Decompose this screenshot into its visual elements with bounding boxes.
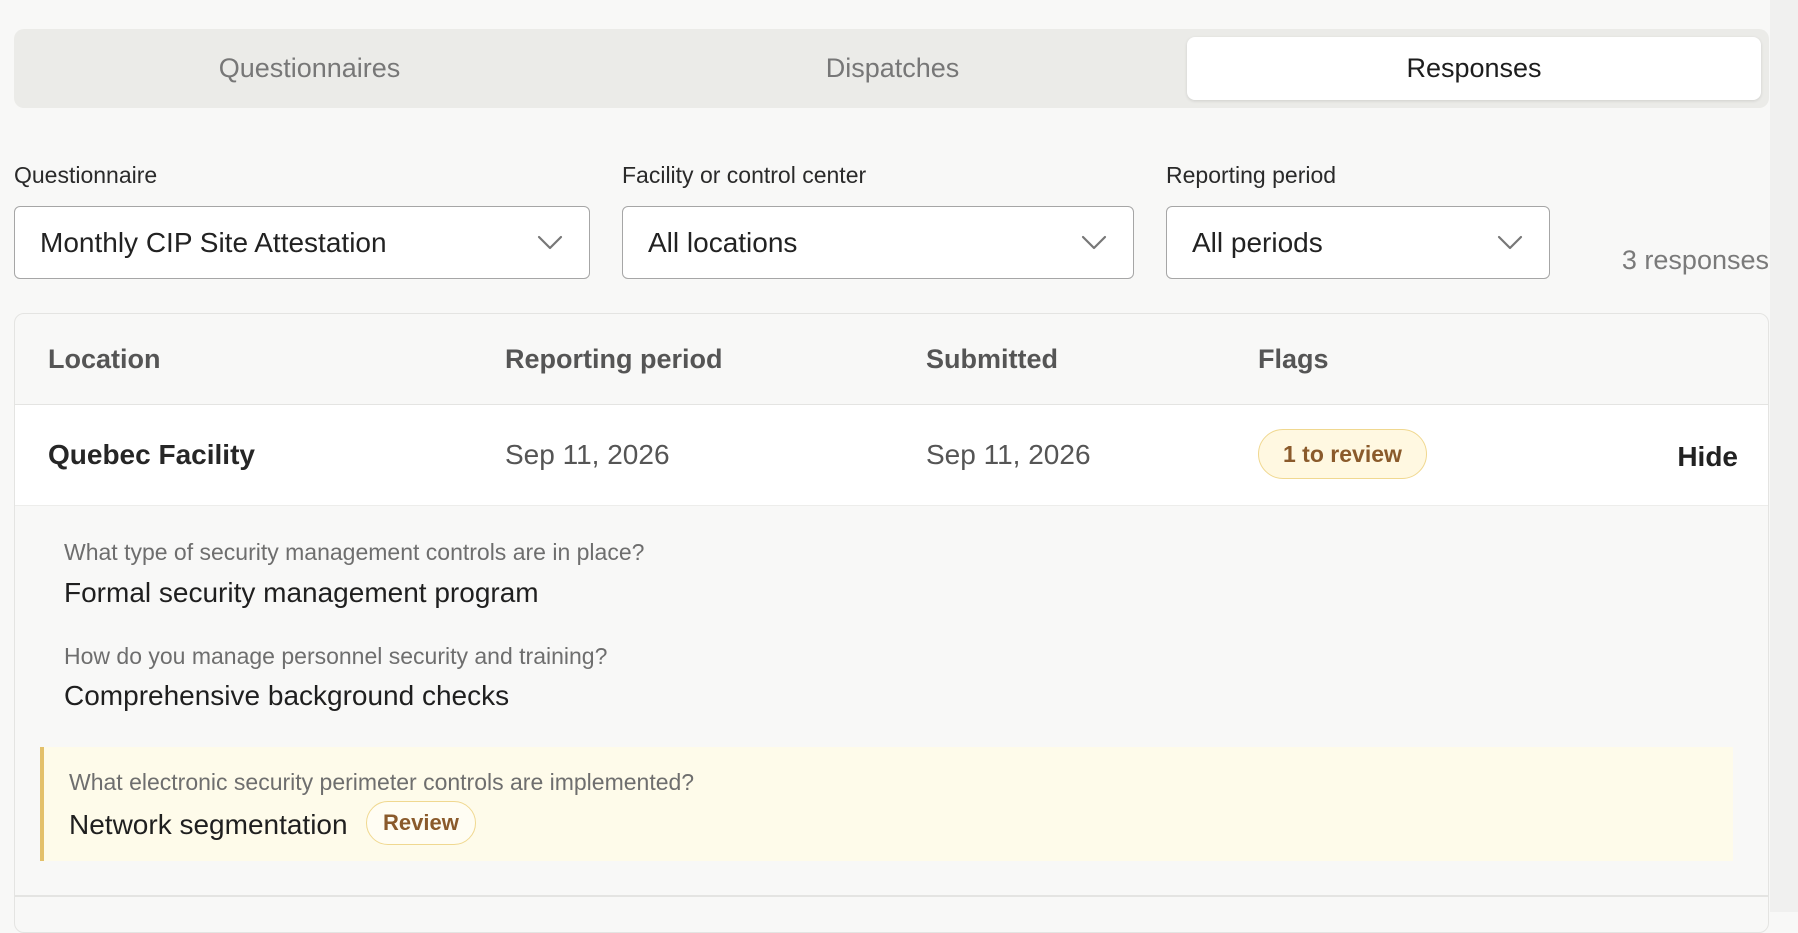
row-reporting-period: Sep 11, 2026 (505, 439, 670, 470)
facility-filter-label: Facility or control center (622, 162, 867, 188)
facility-select-value: All locations (648, 226, 798, 258)
question-text: What electronic security perimeter contr… (69, 769, 695, 795)
column-header-submitted: Submitted (926, 344, 1058, 374)
chevron-down-icon (1497, 235, 1523, 249)
tab-responses[interactable]: Responses (1187, 37, 1761, 100)
chevron-down-icon (537, 235, 563, 249)
period-filter-label: Reporting period (1166, 162, 1337, 188)
divider (15, 895, 1768, 897)
answer-text: Comprehensive background checks (64, 680, 510, 711)
questionnaire-select-value: Monthly CIP Site Attestation (40, 226, 387, 258)
facility-select[interactable]: All locations (622, 206, 1134, 279)
period-select-value: All periods (1192, 226, 1323, 258)
answer-text: Formal security management program (64, 577, 539, 608)
column-header-flags: Flags (1258, 344, 1329, 374)
question-text: What type of security management control… (64, 539, 645, 565)
tab-dispatches[interactable]: Dispatches (605, 37, 1180, 100)
responses-table: Location Reporting period Submitted Flag… (14, 313, 1769, 933)
review-button[interactable]: Review (366, 801, 476, 845)
row-location: Quebec Facility (48, 439, 255, 470)
table-row[interactable]: Quebec Facility Sep 11, 2026 Sep 11, 202… (15, 405, 1768, 506)
questionnaire-select[interactable]: Monthly CIP Site Attestation (14, 206, 590, 279)
scrollbar-track[interactable] (1770, 0, 1798, 912)
questionnaire-filter-label: Questionnaire (14, 162, 158, 188)
answer-text: Network segmentation (69, 809, 348, 840)
tab-questionnaires[interactable]: Questionnaires (22, 37, 597, 100)
row-submitted: Sep 11, 2026 (926, 439, 1091, 470)
hide-details-button[interactable]: Hide (1677, 441, 1738, 473)
tab-bar: Questionnaires Dispatches Responses (14, 29, 1769, 108)
period-select[interactable]: All periods (1166, 206, 1550, 279)
question-text: How do you manage personnel security and… (64, 643, 608, 669)
table-header: Location Reporting period Submitted Flag… (15, 314, 1768, 405)
response-count: 3 responses (1621, 245, 1769, 275)
column-header-location: Location (48, 344, 161, 374)
review-flag-badge: 1 to review (1258, 429, 1427, 479)
column-header-reporting-period: Reporting period (505, 344, 723, 374)
flagged-answer: What electronic security perimeter contr… (40, 747, 1733, 861)
chevron-down-icon (1081, 235, 1107, 249)
